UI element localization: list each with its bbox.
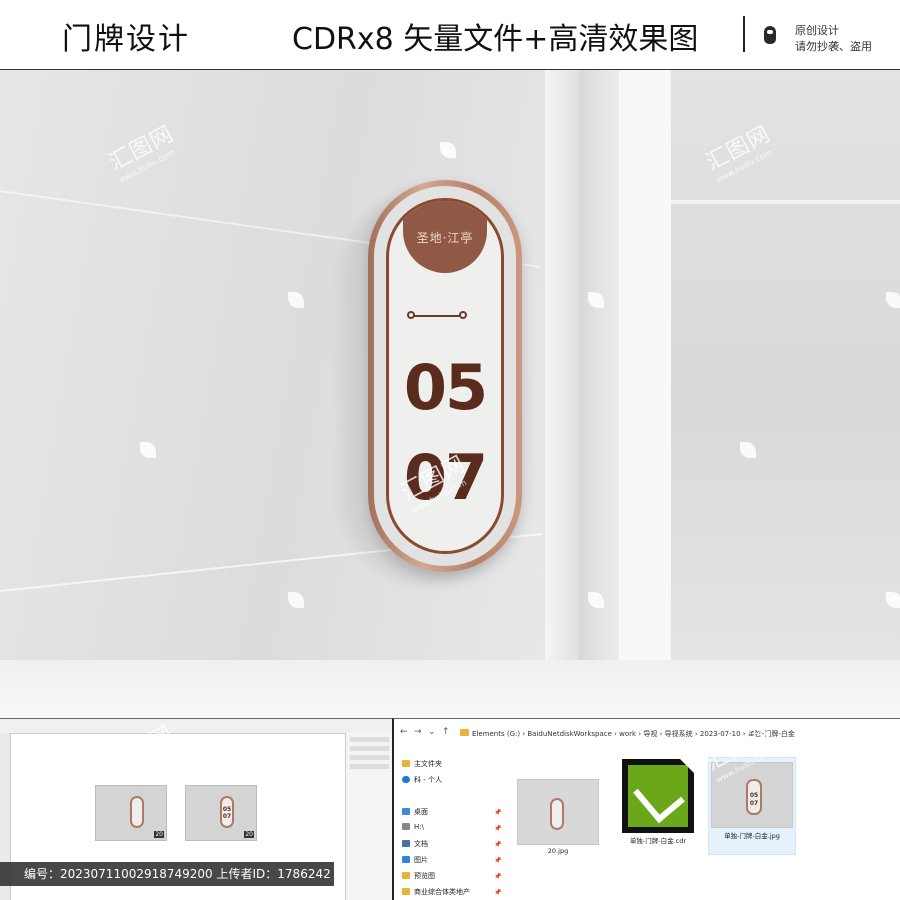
nav-item-label: 科 - 个人	[414, 776, 442, 784]
pin-icon[interactable]: 📌	[494, 857, 501, 864]
nav-item-label: 桌面	[414, 808, 428, 816]
notice-line-1: 原创设计	[795, 24, 839, 37]
pin-icon[interactable]: 📌	[494, 825, 501, 832]
nav-item-desktop[interactable]: 桌面	[402, 807, 428, 817]
breadcrumb-item[interactable]: Elements (G:)	[472, 730, 520, 738]
page-title: 门牌设计	[62, 22, 190, 57]
pin-icon[interactable]: 📌	[494, 873, 501, 880]
folder-icon	[402, 888, 410, 895]
floor	[0, 660, 900, 718]
mini-sign-number-top: 05	[749, 792, 759, 799]
file-name: 单独-门牌-白金.jpg	[724, 832, 780, 840]
folder-icon	[402, 872, 410, 879]
door-edge	[619, 70, 671, 718]
door-frame	[545, 70, 579, 718]
forward-arrow-icon[interactable]: →	[414, 727, 422, 737]
desktop-icon	[402, 808, 410, 815]
header: 门牌设计 CDRx8 矢量文件+高清效果图 原创设计 请勿抄袭、盗用	[0, 0, 900, 70]
pin-icon[interactable]: 📌	[494, 889, 501, 896]
mini-sign: 05 07	[746, 779, 762, 815]
nav-item-home[interactable]: 主文件夹	[402, 759, 442, 769]
nav-item-previews[interactable]: 预览图	[402, 871, 435, 881]
artboard-thumbnail[interactable]: 05 07 20	[185, 785, 257, 841]
folder-icon	[460, 729, 469, 736]
nav-item-label: 主文件夹	[414, 760, 442, 768]
nav-item-personal[interactable]: 科 - 个人	[402, 775, 442, 785]
mini-sign-number-bottom: 07	[749, 800, 759, 807]
nav-item-pictures[interactable]: 图片	[402, 855, 428, 865]
back-arrow-icon[interactable]: ←	[400, 727, 408, 737]
file-explorer-window: ← → ⌄ ↑ Elements (G:) › BaiduNetdiskWork…	[392, 718, 900, 900]
breadcrumb-item[interactable]: BaiduNetdiskWorkspace	[527, 730, 612, 738]
far-wall	[671, 70, 900, 718]
sign-logo-text: 圣地·江亭	[416, 231, 474, 245]
artboard-tag: 20	[154, 831, 164, 838]
sign-number-top: 05	[403, 351, 488, 424]
file-name: 20.jpg	[547, 847, 569, 855]
mini-sign	[130, 796, 144, 828]
sign-divider-line	[414, 315, 460, 317]
sign-face: 圣地·江亭 05 07	[386, 198, 504, 554]
nav-item-label: 商业综合体类地产	[414, 888, 470, 896]
breadcrumb-item[interactable]: work	[619, 730, 636, 738]
pin-icon[interactable]: 📌	[494, 841, 501, 848]
artboard-thumbnail[interactable]: 20	[95, 785, 167, 841]
mini-sign: 05 07	[220, 796, 234, 828]
nav-item-documents[interactable]: 文档	[402, 839, 428, 849]
page-subtitle: CDRx8 矢量文件+高清效果图	[292, 22, 699, 57]
artboard-tag: 20	[244, 831, 254, 838]
sign-logo-badge: 圣地·江亭	[403, 201, 487, 273]
pin-icon[interactable]: 📌	[494, 809, 501, 816]
notice-line-2: 请勿抄袭、盗用	[795, 40, 872, 53]
drive-icon	[402, 823, 410, 830]
mini-sign-number-bottom: 07	[222, 813, 232, 820]
file-name: 单独-门牌-白金.cdr	[629, 837, 687, 845]
nav-item-label: 预览图	[414, 872, 435, 880]
file-thumbnail	[517, 779, 599, 845]
nav-item-label: H:\	[414, 823, 424, 831]
asset-id-strip: 编号：20230711002918749200 上传者ID：1786242	[0, 862, 334, 886]
home-folder-icon	[402, 760, 410, 767]
owl-logo-icon	[764, 26, 776, 44]
up-arrow-icon[interactable]: ↑	[442, 727, 450, 737]
editor-properties-panel[interactable]	[345, 733, 392, 900]
door-frame-shadow	[579, 70, 619, 718]
nav-item-commercial[interactable]: 商业综合体类地产	[402, 887, 470, 897]
nav-item-drive-h[interactable]: H:\	[402, 823, 424, 831]
mini-sign	[550, 798, 564, 830]
sign-line-dot-right	[459, 311, 467, 319]
door-sign: 圣地·江亭 05 07	[368, 180, 522, 572]
cloud-icon	[402, 776, 410, 783]
documents-icon	[402, 840, 410, 847]
coreldraw-file-icon	[622, 759, 694, 833]
render-scene: 圣地·江亭 05 07 汇图网 www.huitu.com 汇图网 www.huit…	[0, 70, 900, 718]
file-item[interactable]: 20.jpg	[514, 779, 602, 855]
file-item[interactable]: 单独-门牌-白金.cdr	[614, 759, 702, 845]
sign-bezel: 圣地·江亭 05 07	[374, 186, 516, 566]
chevron-down-icon[interactable]: ⌄	[428, 727, 436, 737]
nav-item-label: 图片	[414, 856, 428, 864]
header-divider	[743, 16, 745, 52]
breadcrumb-item[interactable]: 导视	[643, 730, 657, 738]
pictures-icon	[402, 856, 410, 863]
nav-item-label: 文档	[414, 840, 428, 848]
editor-toolbar[interactable]	[0, 719, 392, 734]
breadcrumb-item[interactable]: 导视系统	[665, 730, 693, 738]
